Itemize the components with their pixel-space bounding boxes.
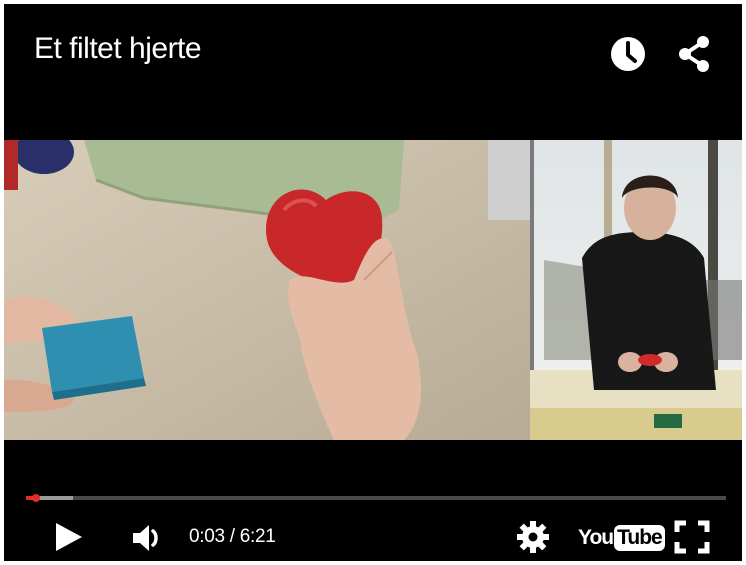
progress-bar[interactable] — [26, 494, 726, 502]
play-icon[interactable] — [50, 519, 86, 560]
video-player[interactable]: Et filtet hjerte 0:03 / 6:21 You Tube — [4, 4, 742, 561]
youtube-logo-tube: Tube — [614, 525, 665, 551]
youtube-logo[interactable]: You Tube — [578, 522, 665, 554]
duration: 6:21 — [239, 526, 276, 547]
fullscreen-icon[interactable] — [673, 519, 711, 560]
video-frame[interactable] — [4, 140, 742, 440]
youtube-logo-you: You — [578, 526, 614, 549]
share-icon[interactable] — [672, 32, 716, 76]
video-title[interactable]: Et filtet hjerte — [34, 32, 202, 66]
time-display: 0:03 / 6:21 — [189, 526, 276, 548]
clock-icon[interactable] — [606, 32, 650, 76]
volume-icon[interactable] — [130, 521, 166, 560]
current-time: 0:03 — [189, 526, 225, 547]
gear-icon[interactable] — [515, 519, 551, 560]
scrubber-handle[interactable] — [31, 494, 40, 502]
time-separator: / — [224, 526, 240, 547]
played-bar — [26, 496, 32, 500]
